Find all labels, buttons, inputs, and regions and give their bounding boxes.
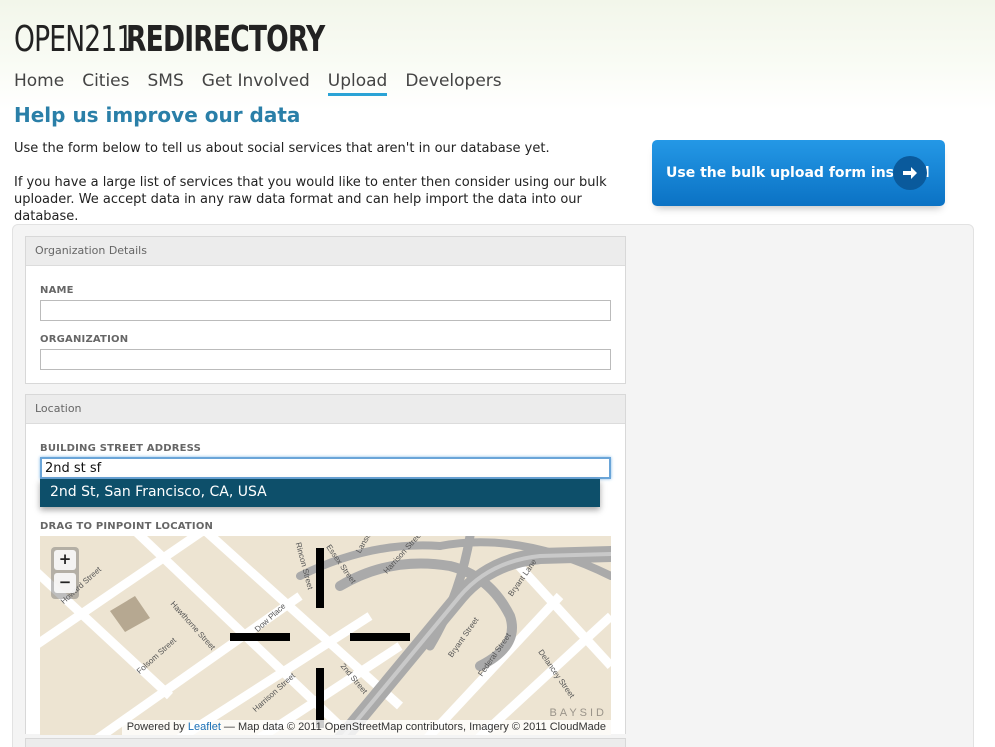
zoom-out-button[interactable]: − [54,573,76,593]
address-input[interactable] [40,457,611,479]
location-map[interactable]: Howard Street Hawthorne Street Dow Place… [40,536,611,735]
intro-paragraph-1: Use the form below to tell us about soci… [14,141,550,156]
bulk-upload-button[interactable]: Use the bulk upload form instead [652,140,945,206]
bulk-upload-label: Use the bulk upload form instead [666,165,930,181]
attribution-prefix: Powered by [126,721,188,733]
map-attribution: Powered by Leaflet — Map data © 2011 Ope… [121,720,611,735]
map-watermark: BAYSID [549,707,607,719]
main-nav: Home Cities SMS Get Involved Upload Deve… [14,71,520,96]
map-zoom-control: + − [51,547,79,599]
logo-open211: OPEN211 [14,19,133,60]
arrow-right-icon [893,156,927,190]
zoom-in-button[interactable]: + [54,550,76,570]
address-suggestion[interactable]: 2nd St, San Francisco, CA, USA [40,479,600,507]
next-section-header [25,738,626,747]
nav-get-involved[interactable]: Get Involved [202,71,310,96]
upload-form: Organization Details NAME ORGANIZATION L… [12,224,974,747]
leaflet-link[interactable]: Leaflet [188,721,221,733]
organization-label: ORGANIZATION [40,334,129,345]
page-title: Help us improve our data [14,103,301,127]
site-logo[interactable]: OPEN211 REDIRECTORY [14,22,368,58]
nav-upload[interactable]: Upload [327,71,388,96]
nav-developers[interactable]: Developers [405,71,501,96]
nav-sms[interactable]: SMS [148,71,184,96]
nav-home[interactable]: Home [14,71,64,96]
organization-input[interactable] [40,349,611,370]
attribution-suffix: — Map data © 2011 OpenStreetMap contribu… [220,721,606,733]
intro-paragraph-2: If you have a large list of services tha… [14,175,607,224]
name-label: NAME [40,285,74,296]
address-label: BUILDING STREET ADDRESS [40,443,202,454]
location-legend: Location [26,395,625,424]
organization-details-legend: Organization Details [26,237,625,266]
nav-cities[interactable]: Cities [82,71,129,96]
map-label: DRAG TO PINPOINT LOCATION [40,521,214,532]
organization-details-section: Organization Details NAME ORGANIZATION [25,236,626,384]
name-input[interactable] [40,300,611,321]
logo-redirectory: REDIRECTORY [126,19,325,60]
